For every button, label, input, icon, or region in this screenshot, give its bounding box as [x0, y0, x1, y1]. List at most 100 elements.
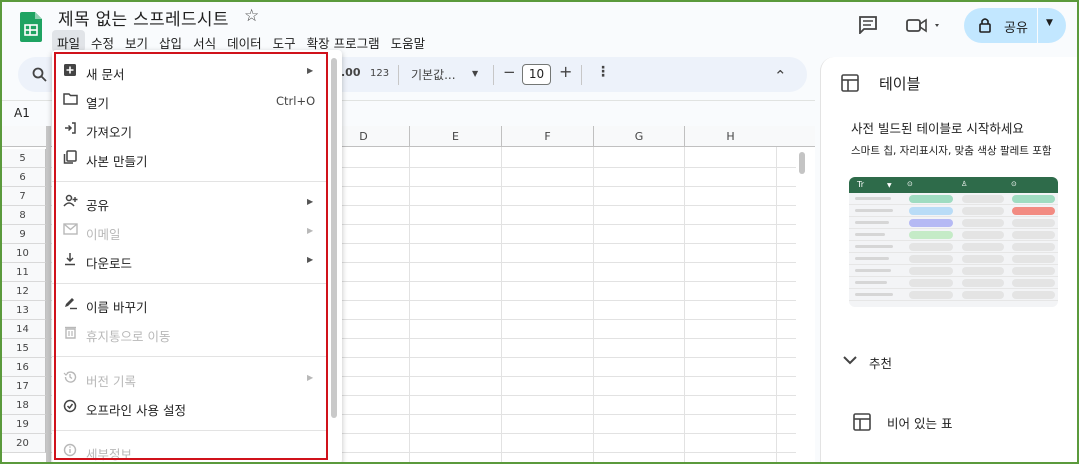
empty-table-option[interactable]: 비어 있는 표 — [887, 413, 952, 432]
preview-chip — [909, 267, 953, 275]
column-gridline — [684, 147, 685, 464]
menu-item-new[interactable]: 새 문서 ▶ — [52, 59, 342, 85]
menu-item-rename[interactable]: 이름 바꾸기 — [52, 292, 342, 318]
menu-item-label: 다운로드 — [86, 256, 133, 271]
preview-chip — [909, 219, 953, 227]
menu-extensions[interactable]: 확장 프로그램 — [302, 30, 385, 52]
history-icon — [62, 370, 78, 386]
row-header-15[interactable]: 15 — [0, 339, 46, 358]
document-title[interactable]: 제목 없는 스프레드시트 — [58, 5, 229, 30]
meet-video-icon[interactable] — [906, 17, 942, 33]
trash-icon — [62, 325, 78, 341]
menu-item-move-to-trash[interactable]: 휴지통으로 이동 — [52, 321, 342, 347]
preview-text-line — [855, 221, 889, 224]
column-header-h[interactable]: H — [684, 126, 776, 147]
scrollbar-thumb[interactable] — [799, 152, 805, 174]
row-header-11[interactable]: 11 — [0, 263, 46, 282]
menu-item-open[interactable]: 열기 Ctrl+O — [52, 88, 342, 114]
preview-chip — [962, 207, 1004, 215]
menu-item-label: 새 문서 — [86, 67, 125, 82]
row-header-7[interactable]: 7 — [0, 187, 46, 206]
font-dropdown-caret-icon[interactable]: ▼ — [472, 69, 478, 78]
menu-divider — [52, 430, 326, 431]
cell-name-box[interactable]: A1 — [14, 106, 30, 120]
menu-format[interactable]: 서식 — [188, 30, 221, 52]
dropdown-chip-icon: ⊙ — [1011, 180, 1017, 188]
preview-row — [849, 193, 1058, 205]
row-header-5[interactable]: 5 — [0, 149, 46, 168]
column-gridline — [593, 147, 594, 464]
preview-chip — [909, 279, 953, 287]
preview-chip — [1012, 207, 1055, 215]
app-header: 제목 없는 스프레드시트 ☆ 파일 수정 보기 삽입 서식 데이터 도구 확장 … — [0, 0, 1079, 56]
table-icon — [841, 74, 859, 92]
more-options-icon[interactable]: ⋮ — [596, 64, 610, 80]
row-header-6[interactable]: 6 — [0, 168, 46, 187]
menu-edit[interactable]: 수정 — [86, 30, 119, 52]
menu-data[interactable]: 데이터 — [222, 30, 267, 52]
freeze-column-handle[interactable] — [46, 126, 51, 464]
row-header-16[interactable]: 16 — [0, 358, 46, 377]
row-header-20[interactable]: 20 — [0, 434, 46, 453]
preview-chip — [909, 243, 953, 251]
number-format-button[interactable]: 123 — [370, 68, 389, 79]
preview-chip — [962, 195, 1004, 203]
menu-item-share[interactable]: 공유 ▶ — [52, 190, 342, 216]
column-header-g[interactable]: G — [593, 126, 684, 147]
preview-chip — [909, 195, 953, 203]
menu-item-label: 오프라인 사용 설정 — [86, 403, 186, 418]
comments-icon[interactable] — [858, 16, 878, 34]
preview-chip — [962, 267, 1004, 275]
font-family-select[interactable]: 기본값... — [411, 66, 456, 83]
menu-insert[interactable]: 삽입 — [154, 30, 187, 52]
table-template-preview[interactable]: Tr ▼ ⊙ ♙ ⊙ — [849, 177, 1058, 307]
row-header-14[interactable]: 14 — [0, 320, 46, 339]
star-icon[interactable]: ☆ — [244, 6, 259, 26]
copy-icon — [62, 150, 78, 166]
chevron-down-icon[interactable]: ▼ — [1046, 18, 1053, 28]
menu-item-label: 공유 — [86, 198, 110, 213]
menu-item-download[interactable]: 다운로드 ▶ — [52, 248, 342, 274]
share-divider — [1037, 8, 1038, 43]
row-header-8[interactable]: 8 — [0, 206, 46, 225]
share-button[interactable]: 공유 ▼ — [964, 8, 1066, 43]
row-header-10[interactable]: 10 — [0, 244, 46, 263]
column-header-e[interactable]: E — [409, 126, 501, 147]
vertical-scrollbar[interactable] — [797, 148, 807, 464]
menu-item-import[interactable]: 가져오기 — [52, 117, 342, 143]
menu-view[interactable]: 보기 — [120, 30, 153, 52]
row-header-12[interactable]: 12 — [0, 282, 46, 301]
recommended-section-toggle[interactable]: 추천 — [869, 353, 892, 372]
menu-item-details[interactable]: 세부정보 — [52, 439, 342, 464]
offline-icon — [62, 399, 78, 415]
submenu-arrow-icon: ▶ — [307, 226, 314, 235]
preview-text-line — [855, 245, 893, 248]
increase-font-size-button[interactable]: + — [559, 62, 572, 81]
preview-text-line — [855, 281, 887, 284]
column-header-f[interactable]: F — [501, 126, 593, 147]
download-icon — [62, 252, 78, 268]
menu-item-version-history[interactable]: 버전 기록 ▶ — [52, 366, 342, 392]
preview-text-line — [855, 257, 889, 260]
sheets-logo-icon[interactable] — [20, 12, 42, 42]
collapse-toolbar-icon[interactable]: ⌃ — [774, 67, 787, 85]
row-header-9[interactable]: 9 — [0, 225, 46, 244]
row-header-13[interactable]: 13 — [0, 301, 46, 320]
menu-item-make-copy[interactable]: 사본 만들기 — [52, 146, 342, 172]
menu-tools[interactable]: 도구 — [268, 30, 301, 52]
increase-decimal-button[interactable]: .00 — [341, 66, 361, 79]
font-size-input[interactable]: 10 — [522, 64, 551, 85]
preview-chip — [1012, 279, 1055, 287]
menu-file[interactable]: 파일 — [52, 30, 86, 52]
row-header-17[interactable]: 17 — [0, 377, 46, 396]
row-header-18[interactable]: 18 — [0, 396, 46, 415]
menu-item-label: 휴지통으로 이동 — [86, 329, 171, 344]
row-header-19[interactable]: 19 — [0, 415, 46, 434]
menu-item-email[interactable]: 이메일 ▶ — [52, 219, 342, 245]
decrease-font-size-button[interactable]: − — [503, 63, 516, 81]
menu-scrollbar[interactable] — [331, 58, 337, 418]
search-icon[interactable] — [32, 67, 47, 82]
chevron-down-icon[interactable] — [843, 355, 857, 365]
menu-help[interactable]: 도움말 — [386, 30, 431, 52]
menu-item-offline[interactable]: 오프라인 사용 설정 — [52, 395, 342, 421]
